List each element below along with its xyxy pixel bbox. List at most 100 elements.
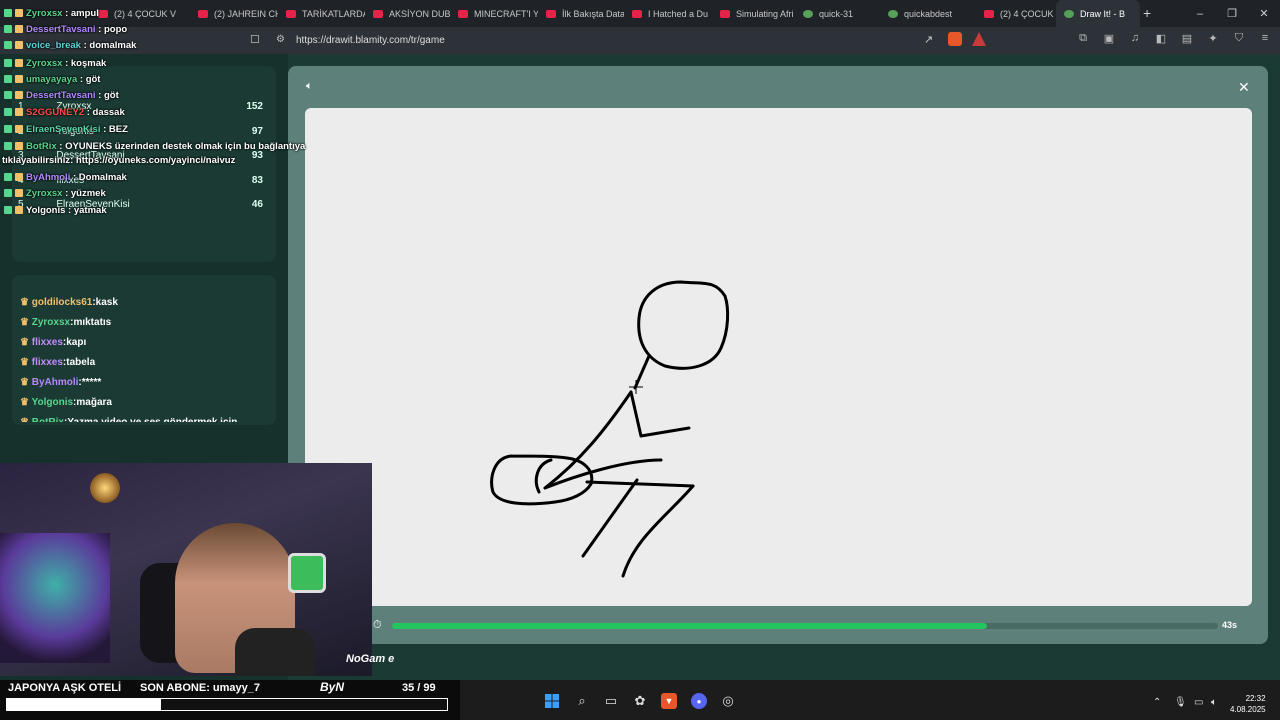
goal-progress-fill	[7, 699, 161, 710]
volume-icon[interactable]: 🔈︎	[1211, 697, 1217, 708]
overlay-chat-username: Zyroxsx	[26, 58, 63, 69]
tray-expand-icon[interactable]: ⌃	[1153, 697, 1161, 708]
overlay-chat-text: koşmak	[70, 58, 107, 69]
kick-badge-icon	[4, 41, 12, 49]
browser-tab[interactable]: (2) 4 ÇOCUK V	[90, 0, 185, 27]
wallet-icon[interactable]: ▤	[1180, 32, 1194, 45]
youtube-favicon-icon	[984, 9, 994, 18]
subscriber-badge-icon	[15, 125, 23, 133]
chatgpt-icon[interactable]: ✿	[632, 693, 648, 709]
menu-icon[interactable]: ≡	[1258, 32, 1272, 45]
site-info-icon[interactable]: ⚙	[276, 34, 285, 45]
screen: (2) 4 ÇOCUK V (2) JAHREIN CH TARİKATLARDA A…	[0, 0, 1280, 720]
youtube-favicon-icon	[98, 9, 108, 18]
browser-tab[interactable]: (2) 4 ÇOCUK V	[976, 0, 1056, 27]
youtube-favicon-icon	[286, 9, 296, 18]
timer-icon: ⏱	[373, 619, 382, 631]
screenshot-icon[interactable]: ▣	[1102, 32, 1116, 45]
game-chat-message: ♛ Zyroxsx:mıktatıs	[20, 317, 111, 328]
brave-shields-icon[interactable]	[948, 32, 962, 46]
subscriber-badge-icon	[15, 189, 23, 197]
kick-badge-icon	[4, 173, 12, 181]
sound-icon[interactable]: 🔈︎	[306, 80, 313, 93]
microphone-icon[interactable]: 🎙︎	[1174, 697, 1187, 708]
tab-label: I Hatched a Du	[648, 8, 709, 19]
media-icon[interactable]: ♫	[1128, 32, 1142, 45]
extensions-icon[interactable]: ⧉	[1076, 32, 1090, 45]
vpn-icon[interactable]: ⛉	[1232, 32, 1246, 45]
game-favicon-icon	[888, 9, 898, 18]
browser-tab[interactable]: quickabdest	[880, 0, 970, 27]
file-explorer-icon[interactable]: ▭	[603, 693, 619, 709]
browser-tab[interactable]: AKSİYON DUB	[365, 0, 450, 27]
game-chat-message: ♛ Yolgonis:mağara	[20, 397, 112, 408]
goal-progress	[6, 698, 448, 711]
discord-icon[interactable]: ●	[691, 693, 707, 709]
game-favicon-icon	[803, 9, 813, 18]
overlay-chat-message: S2GGUNEY2 : dassak	[4, 107, 125, 118]
kick-badge-icon	[4, 25, 12, 33]
overlay-chat-text: BEZ	[108, 124, 128, 135]
stroke-leg-1	[581, 478, 639, 558]
overlay-chat-message: voice_break : domalmak	[4, 40, 136, 51]
browser-tab[interactable]: Simulating Afri	[712, 0, 795, 27]
overlay-chat-message: BotRix : OYUNEKS üzerinden destek olmak …	[4, 141, 305, 152]
kick-badge-icon	[4, 108, 12, 116]
url-field[interactable]: ⚙ https://drawit.blamity.com/tr/game	[268, 31, 988, 50]
url-text: https://drawit.blamity.com/tr/game	[296, 35, 445, 46]
chat-separator: :	[56, 141, 66, 152]
drawing-canvas[interactable]	[305, 108, 1252, 606]
browser-tab[interactable]: I Hatched a Du	[624, 0, 712, 27]
browser-tab[interactable]: MINECRAFT'I Y	[450, 0, 538, 27]
search-icon[interactable]: ⌕	[574, 693, 590, 709]
minimize-icon[interactable]: –	[1184, 0, 1216, 27]
overlay-chat-message: umayayaya : göt	[4, 74, 100, 85]
youtube-favicon-icon	[632, 9, 642, 18]
stroke-neck	[633, 354, 651, 390]
overlay-chat-username: DessertTavsani	[26, 90, 96, 101]
tab-close-icon[interactable]: ✕	[1139, 7, 1140, 20]
youtube-favicon-icon	[546, 9, 556, 18]
overlay-chat-username: umayayaya	[26, 74, 78, 85]
network-icon[interactable]: ▭	[1194, 697, 1203, 708]
close-modal-icon[interactable]: ✕	[1238, 79, 1250, 96]
browser-tab[interactable]: TARİKATLARDA	[278, 0, 365, 27]
webcam-feed	[0, 463, 372, 676]
chat-text: kapı	[66, 337, 87, 348]
new-tab-button[interactable]: +	[1143, 5, 1151, 21]
tab-label: Draw It! - B	[1080, 8, 1126, 19]
bookmark-icon[interactable]: ☐	[250, 33, 260, 46]
sidebar-icon[interactable]: ◧	[1154, 32, 1168, 45]
chat-separator: :	[65, 205, 74, 216]
chat-separator: :	[95, 24, 104, 35]
share-icon[interactable]: ↗	[924, 33, 933, 46]
browser-tab[interactable]: Draw It! - B ✕	[1056, 0, 1140, 27]
tab-label: quick-31	[819, 8, 854, 19]
browser-tab[interactable]: (2) JAHREIN CH	[190, 0, 278, 27]
browser-tab[interactable]: İlk Bakışta Data	[538, 0, 624, 27]
address-bar: ☐ ⚙ https://drawit.blamity.com/tr/game ↗…	[0, 27, 1280, 54]
timer-bar	[392, 623, 1218, 629]
kick-badge-icon	[4, 9, 12, 17]
leaderboard-score: 83	[251, 174, 263, 186]
tab-label: MINECRAFT'I Y	[474, 8, 538, 19]
chat-separator: :	[95, 90, 104, 101]
stream-title: JAPONYA AŞK OTELİ	[8, 682, 122, 694]
chat-username: ByAhmoli	[31, 377, 79, 388]
system-clock[interactable]: 22:32 4.08.2025	[1230, 693, 1266, 715]
tab-label: AKSİYON DUB	[389, 8, 450, 19]
chat-separator: :	[70, 172, 79, 183]
brave-browser-icon[interactable]: ▼	[661, 693, 677, 709]
leaderboard-score: 93	[251, 150, 263, 161]
chat-separator: :	[84, 107, 93, 118]
overlay-chat-message: ElraenSevenKisi : BEZ	[4, 124, 128, 135]
leo-ai-icon[interactable]: ✦	[1206, 32, 1220, 45]
windows-start-icon[interactable]	[544, 693, 560, 709]
restore-icon[interactable]: ❐	[1216, 0, 1248, 27]
close-icon[interactable]: ✕	[1248, 0, 1280, 27]
kick-badge-icon	[4, 91, 12, 99]
overlay-chat-text: yatmak	[73, 205, 107, 216]
obs-icon[interactable]: ◎	[720, 693, 736, 709]
browser-tab[interactable]: quick-31	[795, 0, 880, 27]
chat-text: kask	[95, 297, 118, 308]
